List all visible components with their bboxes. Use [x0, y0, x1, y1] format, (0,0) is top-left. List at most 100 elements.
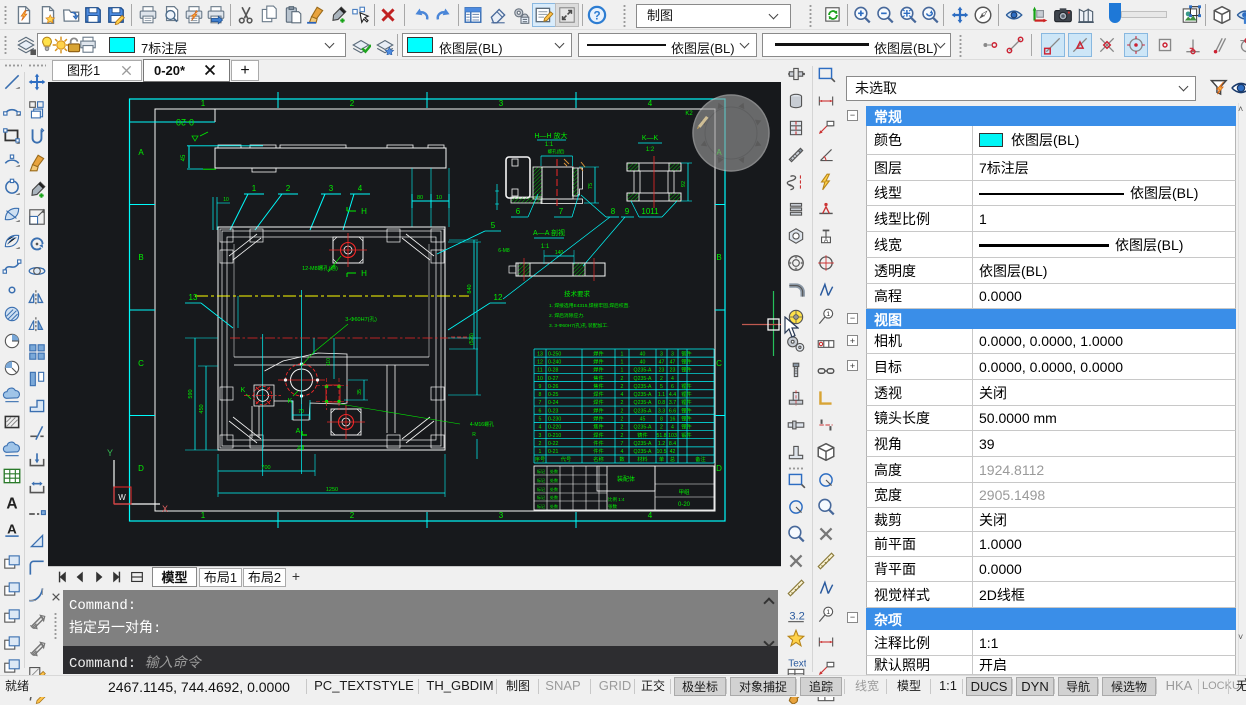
- svg-text:8: 8: [660, 417, 663, 423]
- svg-text:处数: 处数: [550, 494, 558, 500]
- svg-text:铸件: 铸件: [637, 431, 647, 439]
- svg-text:6: 6: [671, 384, 674, 390]
- svg-text:1011: 1011: [641, 207, 659, 216]
- svg-text:4: 4: [621, 449, 624, 455]
- svg-text:W: W: [118, 493, 126, 502]
- svg-text:5: 5: [660, 384, 663, 390]
- svg-text:1:1: 1:1: [545, 142, 554, 148]
- svg-text:件件: 件件: [593, 447, 603, 455]
- svg-text:张数: 张数: [608, 503, 617, 510]
- svg-text:H: H: [361, 207, 367, 216]
- svg-text:0-26: 0-26: [548, 384, 558, 390]
- svg-text:焊件: 焊件: [593, 431, 603, 439]
- svg-text:0-24: 0-24: [548, 400, 558, 406]
- svg-text:3: 3: [499, 99, 504, 108]
- svg-text:1: 1: [621, 368, 624, 374]
- svg-text:110: 110: [326, 358, 332, 366]
- svg-text:5: 5: [491, 221, 496, 230]
- svg-text:锂件: 锂件: [681, 415, 691, 423]
- svg-text:H: H: [361, 269, 367, 278]
- svg-text:0-220: 0-220: [548, 425, 561, 431]
- svg-text:D: D: [138, 464, 144, 473]
- svg-text:锂件: 锂件: [681, 398, 691, 406]
- svg-text:3.2: 3.2: [789, 610, 804, 622]
- svg-text:比例 1:4: 比例 1:4: [608, 496, 625, 503]
- svg-text:焦件: 焦件: [593, 423, 603, 431]
- svg-text:10.5: 10.5: [656, 449, 666, 455]
- svg-text:Q235-A: Q235-A: [634, 441, 652, 447]
- svg-text:焊件: 焊件: [593, 366, 603, 374]
- svg-text:焊件: 焊件: [593, 357, 603, 365]
- svg-text:3: 3: [671, 351, 674, 357]
- svg-text:1: 1: [201, 511, 206, 520]
- svg-text:1: 1: [539, 449, 542, 455]
- svg-text:A: A: [6, 496, 17, 513]
- svg-text:1: 1: [252, 184, 257, 193]
- svg-text:0-22: 0-22: [548, 441, 558, 447]
- svg-text:K—K: K—K: [642, 135, 659, 142]
- svg-text:技术要求: 技术要求: [564, 289, 591, 298]
- svg-text:处数: 处数: [550, 477, 558, 483]
- svg-text:装配体: 装配体: [617, 475, 635, 483]
- svg-text:焊件: 焊件: [593, 415, 603, 423]
- svg-text:1: 1: [826, 311, 830, 318]
- svg-text:标记: 标记: [537, 477, 545, 483]
- svg-text:2: 2: [621, 425, 624, 431]
- svg-text:3: 3: [539, 433, 542, 439]
- svg-text:序号: 序号: [535, 455, 545, 463]
- svg-text:5: 5: [539, 417, 542, 423]
- svg-text:10: 10: [223, 197, 229, 203]
- svg-text:0-27: 0-27: [548, 376, 558, 382]
- svg-text:件件: 件件: [593, 439, 603, 447]
- svg-text:6.6: 6.6: [669, 408, 676, 414]
- svg-text:7: 7: [559, 207, 564, 216]
- svg-text:处数: 处数: [550, 468, 558, 474]
- svg-text:42: 42: [670, 449, 676, 455]
- svg-text:2: 2: [621, 417, 624, 423]
- svg-text:Q235-A: Q235-A: [634, 392, 652, 398]
- svg-text:4: 4: [648, 99, 653, 108]
- svg-text:13: 13: [537, 351, 543, 357]
- svg-text:A: A: [7, 521, 17, 536]
- svg-text:标记: 标记: [537, 486, 545, 492]
- svg-text:9: 9: [625, 207, 630, 216]
- svg-text:锻件: 锻件: [681, 431, 691, 439]
- svg-text:2: 2: [621, 384, 624, 390]
- svg-text:螺孔(配): 螺孔(配): [548, 148, 565, 155]
- svg-text:焦件: 焦件: [593, 374, 603, 382]
- svg-text:锻件: 锻件: [681, 349, 691, 357]
- svg-text:7: 7: [539, 400, 542, 406]
- svg-text:6-M8: 6-M8: [498, 248, 510, 254]
- svg-text:X: X: [162, 504, 168, 514]
- svg-text:35: 35: [357, 389, 363, 395]
- svg-text:2: 2: [621, 400, 624, 406]
- svg-text:2: 2: [350, 511, 355, 520]
- svg-text:标记: 标记: [537, 468, 545, 474]
- svg-text:1: 1: [826, 609, 830, 616]
- svg-text:40: 40: [640, 359, 646, 365]
- svg-text:D: D: [716, 464, 722, 473]
- svg-text:焊件: 焊件: [593, 398, 603, 406]
- svg-text:数: 数: [619, 455, 625, 463]
- svg-text:处数: 处数: [550, 486, 558, 492]
- svg-text:单: 单: [659, 455, 664, 463]
- svg-text:甲组: 甲组: [678, 488, 690, 496]
- svg-text:焦件: 焦件: [593, 382, 603, 390]
- svg-text:1: 1: [621, 351, 624, 357]
- svg-text:8.4: 8.4: [669, 441, 676, 447]
- svg-text:?: ?: [593, 9, 600, 22]
- svg-text:140: 140: [555, 250, 564, 256]
- svg-text:1: 1: [201, 99, 206, 108]
- svg-text:700: 700: [261, 465, 270, 471]
- svg-text:K: K: [241, 387, 246, 394]
- svg-text:4.4: 4.4: [669, 392, 676, 398]
- svg-text:锂件: 锂件: [681, 423, 691, 431]
- svg-text:10: 10: [436, 195, 442, 201]
- svg-text:12-M8螺孔(通): 12-M8螺孔(通): [302, 264, 338, 272]
- svg-text:0-230: 0-230: [548, 417, 561, 423]
- svg-text:标记: 标记: [537, 503, 545, 509]
- svg-text:6: 6: [516, 207, 521, 216]
- svg-text:(525): (525): [469, 333, 475, 345]
- svg-text:450: 450: [199, 404, 205, 413]
- svg-text:1.1: 1.1: [658, 392, 665, 398]
